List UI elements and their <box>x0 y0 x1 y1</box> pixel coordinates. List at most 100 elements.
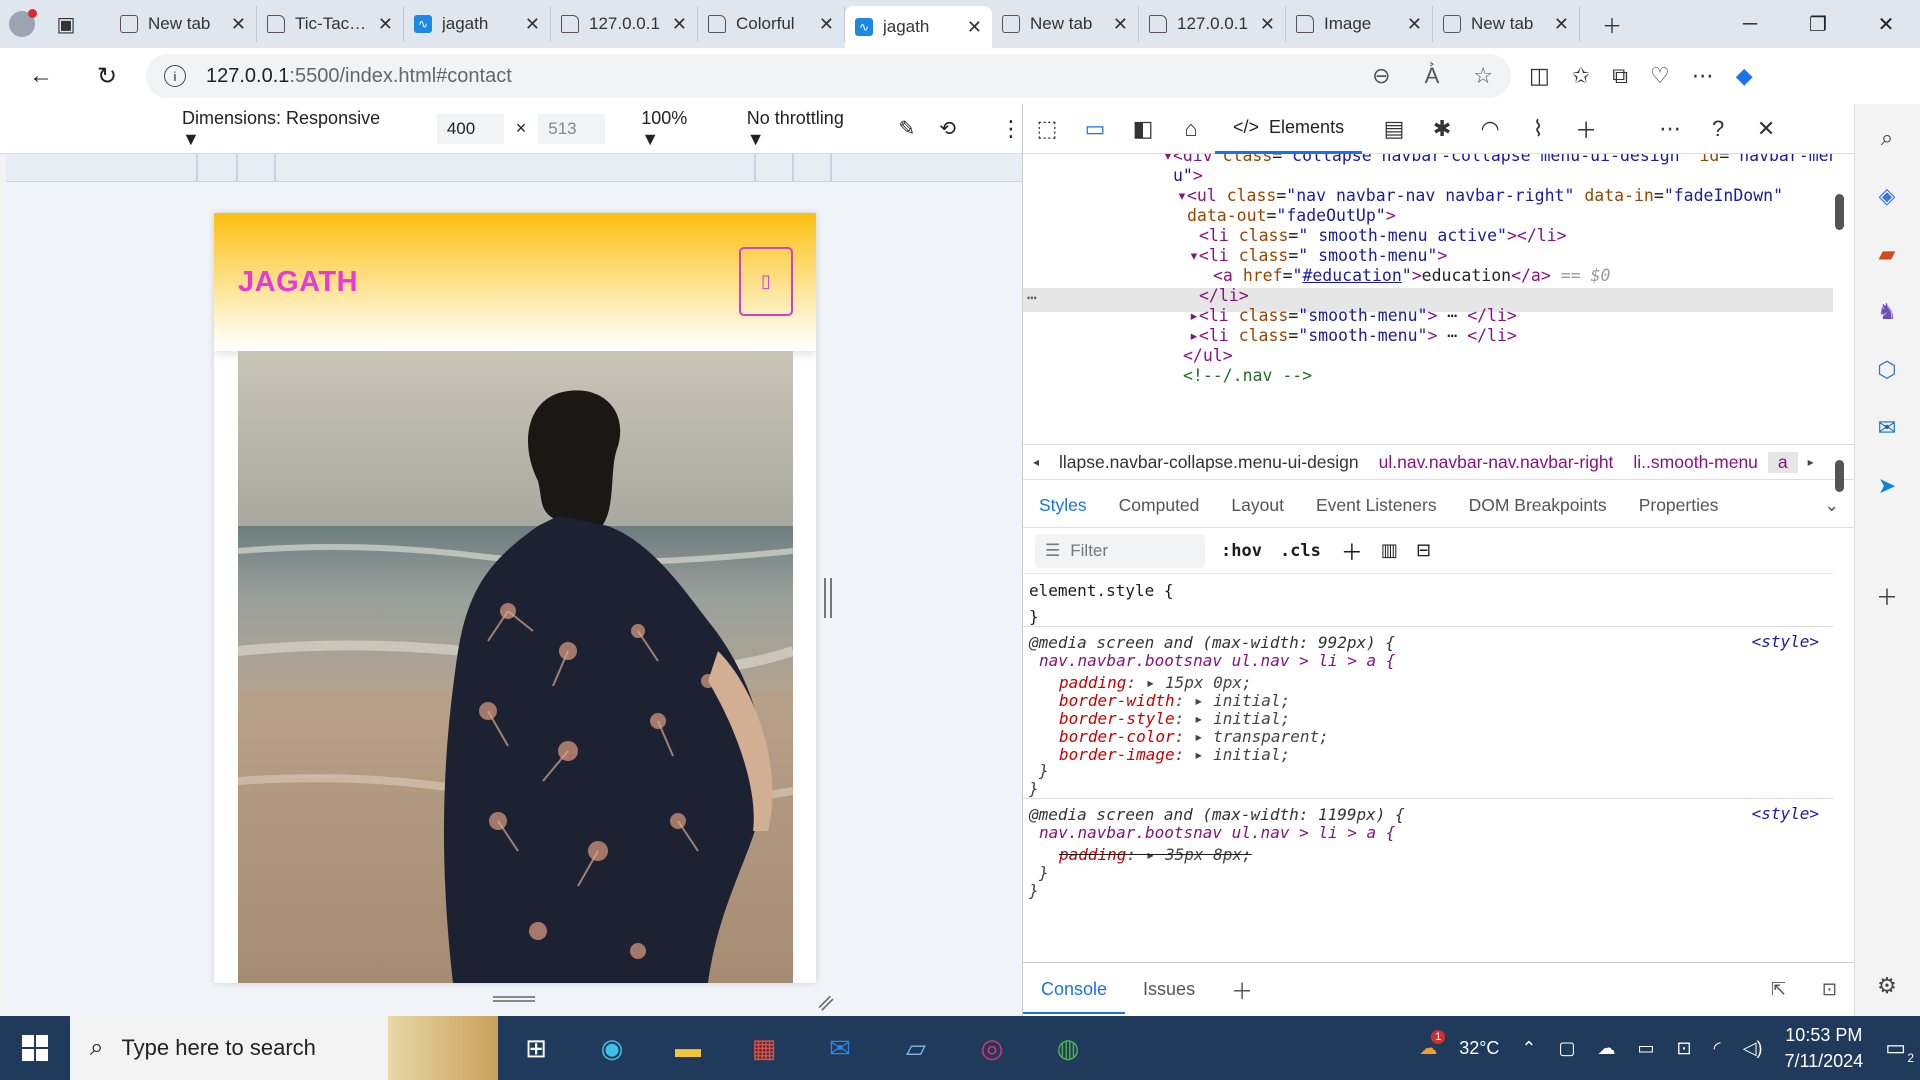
split-screen-icon[interactable]: ◫ <box>1529 63 1550 89</box>
browser-tab[interactable]: Colorful ✕ <box>698 6 845 42</box>
node-more-icon[interactable]: ⋯ <box>1027 288 1037 307</box>
weather-icon[interactable]: ☁ 1 <box>1419 1029 1446 1059</box>
cls-toggle[interactable]: .cls <box>1280 541 1321 561</box>
wifi-icon[interactable]: ◜ <box>1714 1038 1721 1059</box>
dom-tree[interactable]: ⋯ ▾<div class="collapse navbar-collapse … <box>1023 154 1833 454</box>
throttling-dropdown[interactable]: No throttling ▼ <box>747 108 865 150</box>
browser-essentials-icon[interactable]: ♡ <box>1650 63 1670 89</box>
tray-meet-icon[interactable]: ▢ <box>1559 1038 1576 1059</box>
back-arrow-icon[interactable]: ← <box>16 51 66 101</box>
rule2-source-link[interactable]: <style> <box>1752 804 1819 823</box>
tab-actions-icon[interactable]: ▣ <box>44 0 88 48</box>
viewport-resize-handle-right[interactable] <box>824 578 832 618</box>
pen-icon[interactable]: ✎ <box>898 116 915 141</box>
sidebar-add-icon[interactable]: ＋ <box>1871 580 1903 612</box>
css-property[interactable]: border-image: ▸ initial; <box>1059 744 1290 766</box>
rule1-selector[interactable]: nav.navbar.bootsnav ul.nav > li > a { <box>1039 650 1395 672</box>
restore-icon[interactable]: ❐ <box>1784 0 1852 48</box>
width-input[interactable]: 400 <box>436 113 504 144</box>
menu-toggle-button[interactable]: ▯ <box>739 247 793 316</box>
notes-app-icon[interactable]: ▱ <box>878 1016 954 1080</box>
crumb-li[interactable]: li..smooth-menu <box>1623 452 1768 473</box>
tab-properties[interactable]: Properties <box>1623 495 1735 516</box>
crumb-right-arrow-icon[interactable]: ▸ <box>1798 455 1824 469</box>
styles-filter-input[interactable]: ☰ Filter <box>1035 533 1205 568</box>
dom-line[interactable]: ▾<div class="collapse navbar-collapse me… <box>1163 154 1833 168</box>
computed-sidebar-icon[interactable]: ⊟ <box>1416 540 1431 561</box>
tray-tablet-icon[interactable]: ⊡ <box>1677 1038 1692 1059</box>
drawer-tab-console[interactable]: Console <box>1023 965 1126 1014</box>
favorites-icon[interactable]: ✩ <box>1572 63 1590 89</box>
sidebar-drop-icon[interactable]: ➤ <box>1871 470 1903 502</box>
rule2-selector[interactable]: nav.navbar.bootsnav ul.nav > li > a { <box>1039 822 1395 844</box>
browser-tab[interactable]: ∿ jagath ✕ <box>845 6 992 48</box>
dom-line[interactable]: <a href="#education">education</a> == $0 <box>1213 264 1610 288</box>
chrome-icon[interactable]: ◍ <box>1030 1016 1106 1080</box>
crumb-ul[interactable]: ul.nav.navbar-nav.navbar-right <box>1369 452 1624 473</box>
rotate-device-icon[interactable]: ⟲ <box>939 116 956 141</box>
close-window-icon[interactable]: ✕ <box>1852 0 1920 48</box>
browser-tab[interactable]: 127.0.0.1 ✕ <box>551 6 698 42</box>
sidebar-shopping-icon[interactable]: ◈ <box>1871 180 1903 212</box>
devtools-more-icon[interactable]: ⋯ <box>1646 104 1694 154</box>
height-input[interactable]: 513 <box>538 113 606 144</box>
file-explorer-icon[interactable]: ▬ <box>650 1016 726 1080</box>
volume-icon[interactable]: ◁) <box>1743 1038 1763 1059</box>
profile-avatar-icon[interactable] <box>0 0 44 48</box>
elements-tab[interactable]: </> Elements <box>1215 104 1363 154</box>
ms-store-icon[interactable]: ▦ <box>726 1016 802 1080</box>
media-query-ruler[interactable] <box>6 154 1022 182</box>
device-toggle-icon[interactable]: ▭ <box>1071 104 1119 154</box>
crumb-a[interactable]: a <box>1767 451 1798 473</box>
inspect-element-icon[interactable]: ⬚ <box>1023 104 1071 154</box>
sidebar-search-icon[interactable]: ⌕ <box>1871 122 1903 154</box>
browser-tab[interactable]: New tab ✕ <box>110 6 257 42</box>
sources-bug-icon[interactable]: ✱ <box>1418 104 1466 154</box>
console-error-icon[interactable]: ▤ <box>1370 104 1418 154</box>
sidebar-outlook-icon[interactable]: ✉ <box>1871 412 1903 444</box>
new-rule-plus-icon[interactable]: ＋ <box>1341 535 1363 567</box>
taskbar-clock[interactable]: 10:53 PM 7/11/2024 <box>1784 1022 1863 1074</box>
browser-tab[interactable]: Image ✕ <box>1286 6 1433 42</box>
tab-close-icon[interactable]: ✕ <box>378 14 393 35</box>
tab-close-icon[interactable]: ✕ <box>231 14 246 35</box>
network-wifi-icon[interactable]: ◠ <box>1466 104 1514 154</box>
tab-computed[interactable]: Computed <box>1103 495 1216 516</box>
browser-tab[interactable]: New tab ✕ <box>1433 6 1580 42</box>
dom-scrollbar[interactable] <box>1835 194 1844 230</box>
tab-dom-breakpoints[interactable]: DOM Breakpoints <box>1453 495 1623 516</box>
minimize-icon[interactable]: ─ <box>1716 0 1784 48</box>
viewport-resize-handle-bottom[interactable] <box>493 996 535 1002</box>
start-button[interactable] <box>0 1016 70 1080</box>
element-style-selector[interactable]: element.style { <box>1029 580 1174 602</box>
site-brand[interactable]: JAGATH <box>238 266 358 299</box>
sidebar-m365-icon[interactable]: ⬡ <box>1871 354 1903 386</box>
battery-icon[interactable]: ▭ <box>1638 1038 1655 1059</box>
read-aloud-icon[interactable]: A͐ <box>1425 63 1440 89</box>
new-tab-plus-icon[interactable]: ＋ <box>1590 0 1634 48</box>
browser-tab[interactable]: ∿ jagath ✕ <box>404 6 551 42</box>
tab-event-listeners[interactable]: Event Listeners <box>1300 495 1453 516</box>
copilot-icon[interactable]: ◆ <box>1736 63 1753 89</box>
tab-close-icon[interactable]: ✕ <box>525 14 540 35</box>
tab-close-icon[interactable]: ✕ <box>1554 14 1569 35</box>
welcome-home-icon[interactable]: ⌂ <box>1167 104 1215 154</box>
address-bar[interactable]: i 127.0.0.1:5500/index.html#contact ⊖ A͐… <box>146 54 1511 98</box>
drawer-collapse-icon[interactable]: ⊡ <box>1804 979 1855 1000</box>
sidebar-settings-icon[interactable]: ⚙ <box>1871 970 1903 1002</box>
site-info-icon[interactable]: i <box>164 65 186 87</box>
dock-side-icon[interactable]: ◧ <box>1119 104 1167 154</box>
notifications-icon[interactable]: ▭ 2 <box>1885 1035 1914 1065</box>
zoom-dropdown[interactable]: 100% ▼ <box>641 108 709 150</box>
tray-chevron-icon[interactable]: ⌃ <box>1521 1038 1536 1059</box>
tab-close-icon[interactable]: ✕ <box>1260 14 1275 35</box>
tab-styles[interactable]: Styles <box>1023 495 1103 516</box>
temperature[interactable]: 32°C <box>1459 1038 1499 1059</box>
paint-brush-icon[interactable]: ▥ <box>1381 540 1398 561</box>
drawer-tab-issues[interactable]: Issues <box>1125 979 1213 1000</box>
mail-icon[interactable]: ✉ <box>802 1016 878 1080</box>
browser-tab[interactable]: New tab ✕ <box>992 6 1139 42</box>
rule1-source-link[interactable]: <style> <box>1752 632 1819 651</box>
styles-scrollbar[interactable] <box>1835 460 1844 492</box>
tab-close-icon[interactable]: ✕ <box>1113 14 1128 35</box>
